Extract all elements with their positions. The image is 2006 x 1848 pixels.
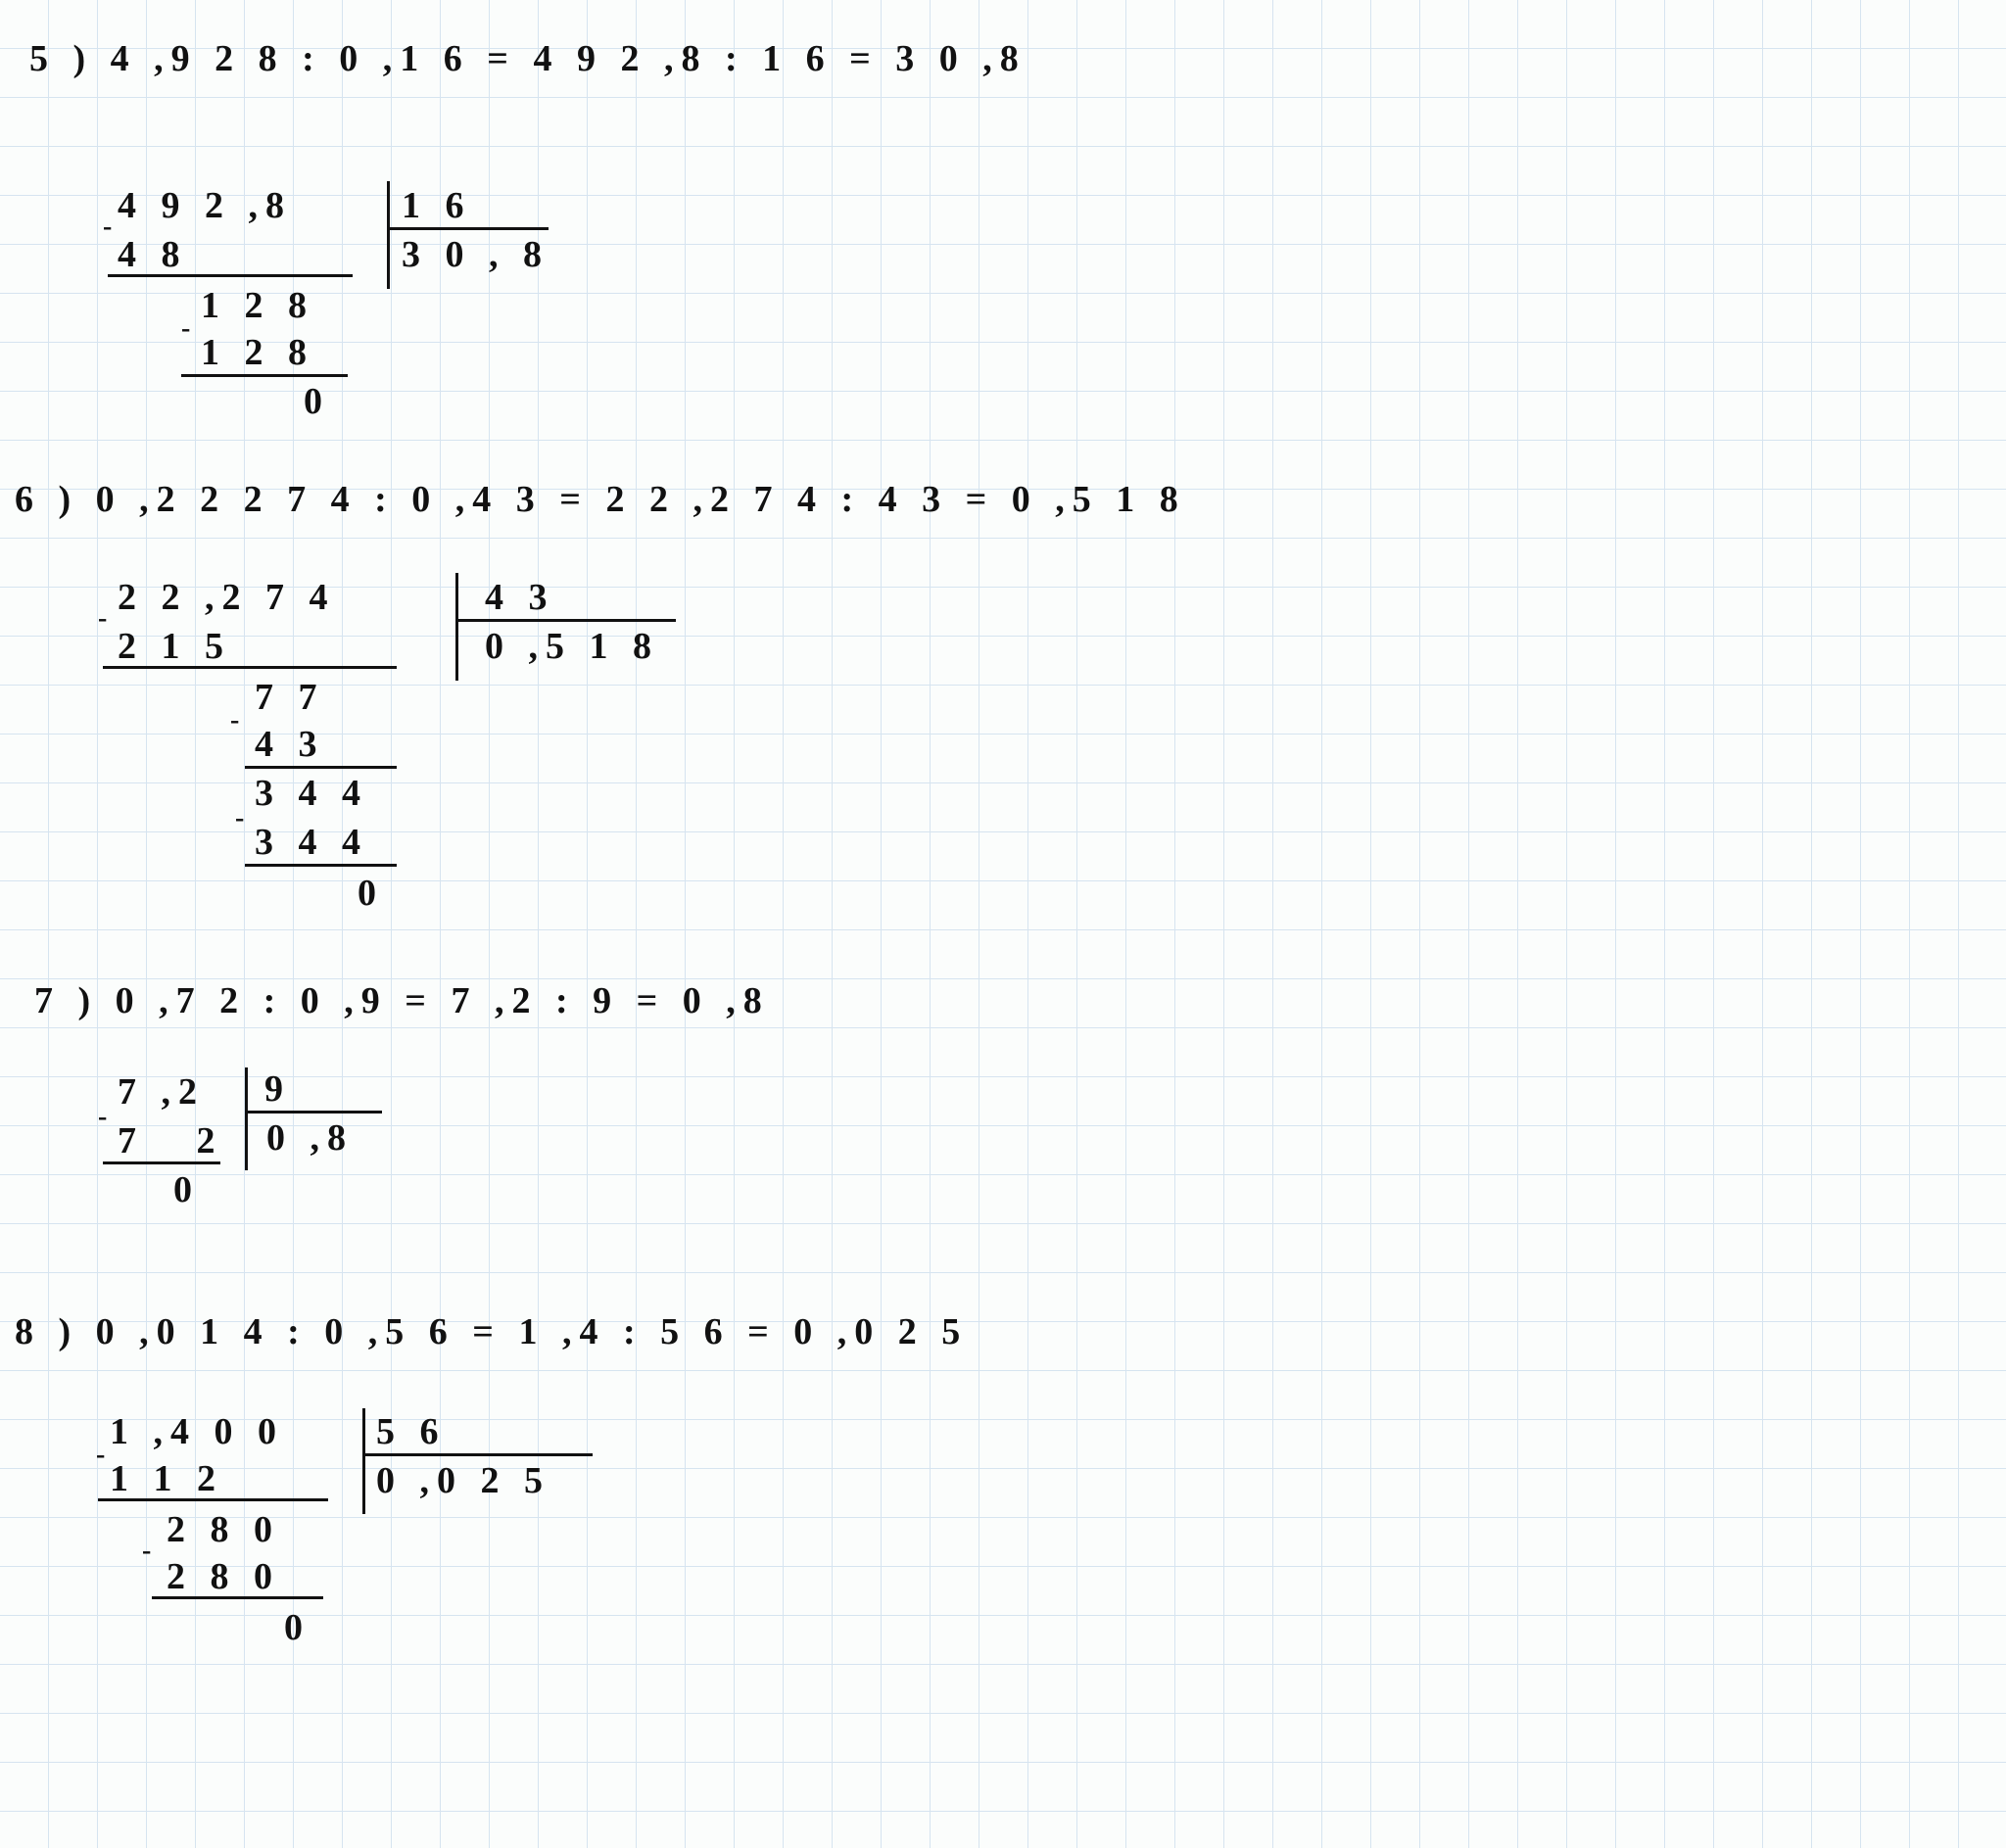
p5-step2-sub: 1 2 8 [201, 331, 314, 374]
p6-rule-3 [245, 864, 397, 867]
p5-divisor: 1 6 [402, 184, 472, 227]
p5-minus2: - [181, 313, 198, 345]
p5-step1-sub: 4 8 [118, 233, 188, 276]
p7-div-vline [245, 1067, 248, 1170]
p7-rule-1 [103, 1161, 220, 1164]
p7-quotient: 0 ,8 [266, 1116, 354, 1160]
p7-div-hline [245, 1111, 382, 1114]
p6-step2-sub: 4 3 [255, 723, 325, 766]
p7-remainder: 0 [173, 1168, 200, 1211]
p5-dividend: 4 9 2 ,8 [118, 184, 292, 227]
p8-rule-1 [98, 1498, 328, 1501]
p8-step2-diff: 2 8 0 [167, 1508, 280, 1551]
p7-step1-sub: 7 2 [118, 1119, 241, 1162]
p5-div-hline [387, 227, 549, 230]
p6-div-vline [455, 573, 458, 681]
p6-divisor: 4 3 [485, 576, 555, 619]
p7-dividend: 7 ,2 [118, 1070, 205, 1114]
p6-minus3: - [235, 803, 252, 834]
problem-5-header: 5 ) 4 ,9 2 8 : 0 ,1 6 = 4 9 2 ,8 : 1 6 =… [29, 37, 1027, 80]
p6-minus2: - [230, 705, 247, 736]
p6-minus1: - [98, 603, 115, 635]
p7-minus1: - [98, 1102, 115, 1133]
p6-remainder: 0 [358, 872, 384, 915]
p5-quotient: 3 0 , 8 [402, 233, 549, 276]
p8-dividend: 1 ,4 0 0 [110, 1410, 284, 1453]
problem-8-header: 8 ) 0 ,0 1 4 : 0 ,5 6 = 1 ,4 : 5 6 = 0 ,… [15, 1310, 968, 1353]
p5-step2-diff: 1 2 8 [201, 284, 314, 327]
p8-div-hline [362, 1453, 593, 1456]
p6-step3-diff: 3 4 4 [255, 772, 368, 815]
p8-minus2: - [142, 1536, 159, 1567]
p5-remainder: 0 [304, 380, 330, 423]
p8-rule-2 [152, 1596, 323, 1599]
p6-rule-2 [245, 766, 397, 769]
problem-7-header: 7 ) 0 ,7 2 : 0 ,9 = 7 ,2 : 9 = 0 ,8 [34, 979, 770, 1022]
p6-quotient: 0 ,5 1 8 [485, 625, 659, 668]
p6-dividend: 2 2 ,2 7 4 [118, 576, 336, 619]
p8-quotient: 0 ,0 2 5 [376, 1459, 550, 1502]
p8-div-vline [362, 1408, 365, 1514]
p6-div-hline [455, 619, 676, 622]
p8-divisor: 5 6 [376, 1410, 447, 1453]
p6-step2-diff: 7 7 [255, 676, 325, 719]
p7-divisor: 9 [264, 1067, 291, 1111]
p6-rule-1 [103, 666, 397, 669]
p8-step1-sub: 1 1 2 [110, 1457, 223, 1500]
p5-div-vline [387, 181, 390, 289]
p6-step1-sub: 2 1 5 [118, 625, 231, 668]
p5-rule-2 [181, 374, 348, 377]
p8-step2-sub: 2 8 0 [167, 1555, 280, 1598]
p6-step3-sub: 3 4 4 [255, 821, 368, 864]
p8-remainder: 0 [284, 1606, 310, 1649]
p5-rule-1 [108, 274, 353, 277]
problem-6-header: 6 ) 0 ,2 2 2 7 4 : 0 ,4 3 = 2 2 ,2 7 4 :… [15, 478, 1186, 521]
